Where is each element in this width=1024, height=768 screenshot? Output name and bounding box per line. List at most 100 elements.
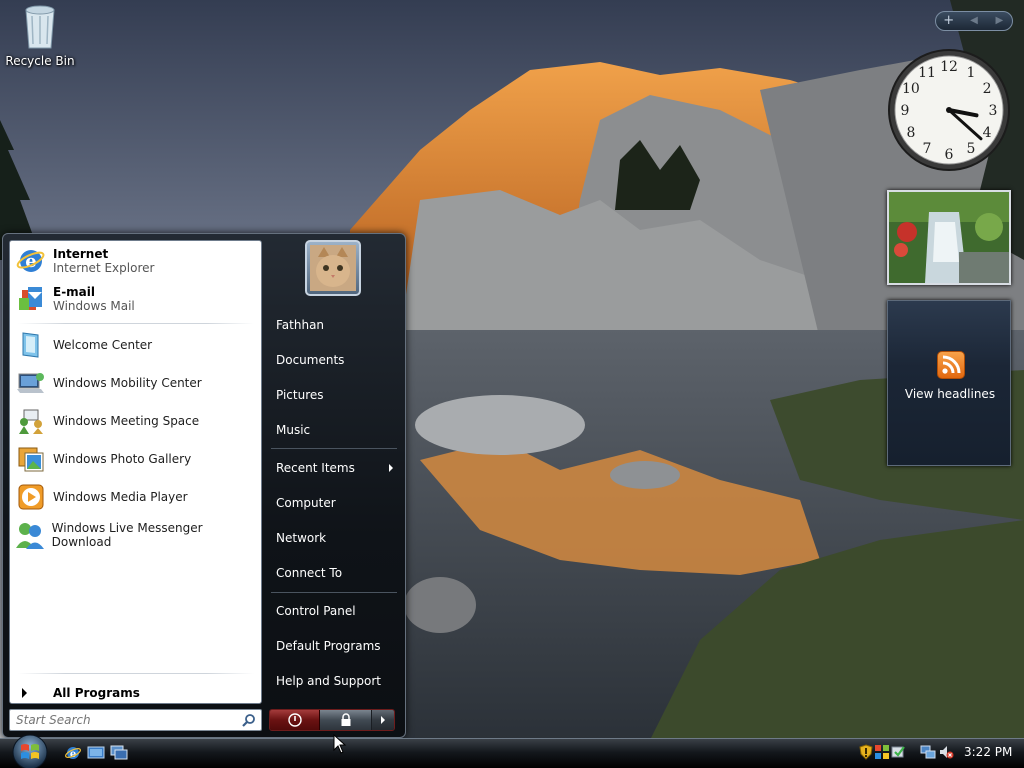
right-pane-separator (271, 592, 397, 593)
pinned-internet-explorer[interactable]: e Internet Internet Explorer (13, 243, 258, 279)
clock-number: 11 (918, 65, 936, 81)
start-search-input[interactable] (10, 710, 230, 730)
start-pictures-link[interactable]: Pictures (267, 381, 399, 409)
photo-gallery-icon (13, 441, 49, 477)
user-account-picture[interactable] (305, 240, 361, 296)
kitten-avatar-icon (310, 245, 356, 291)
start-music-link[interactable]: Music (267, 416, 399, 444)
program-label: Windows Meeting Space (53, 414, 200, 428)
windows-mail-icon (13, 281, 49, 317)
media-player-icon (13, 479, 49, 515)
rss-feed-icon (937, 351, 965, 379)
start-documents-link[interactable]: Documents (267, 346, 399, 374)
all-programs-button[interactable]: All Programs (18, 684, 254, 702)
power-icon (287, 713, 302, 727)
recycle-bin-desktop-icon[interactable]: Recycle Bin (4, 2, 76, 68)
start-network-link[interactable]: Network (267, 524, 399, 552)
start-connect-to-link[interactable]: Connect To (267, 559, 399, 587)
program-media-player[interactable]: Windows Media Player (13, 479, 258, 515)
program-label: Windows Media Player (53, 490, 188, 504)
pinned-subtitle: Windows Mail (53, 299, 135, 313)
program-live-messenger-download[interactable]: Windows Live Messenger Download (13, 517, 258, 553)
notification-area: 3:22 PM (852, 739, 1024, 768)
link-label: Computer (276, 496, 336, 510)
clock-number: 10 (902, 81, 920, 97)
link-label: Default Programs (276, 639, 381, 653)
clock-number: 12 (940, 59, 958, 75)
search-icon[interactable] (242, 713, 256, 727)
pinned-title: E-mail (53, 285, 96, 299)
clock-number: 3 (989, 103, 998, 119)
next-gadget-page-button[interactable]: ▶ (987, 12, 1012, 30)
power-controls (269, 709, 395, 731)
security-shield-icon[interactable] (858, 744, 874, 760)
windows-defender-icon[interactable] (874, 744, 890, 760)
start-button[interactable] (9, 733, 51, 768)
pinned-title: Internet (53, 247, 109, 261)
start-user-folder-link[interactable]: Fathhan (267, 311, 399, 339)
program-label: Welcome Center (53, 338, 153, 352)
switch-windows-icon[interactable] (110, 745, 128, 761)
recycle-bin-label: Recycle Bin (5, 54, 75, 68)
mobility-center-icon (13, 365, 49, 401)
show-desktop-icon[interactable] (87, 745, 105, 761)
view-headlines-link[interactable]: View headlines (888, 387, 1012, 401)
start-menu-programs-pane: e Internet Internet Explorer E-mail Window… (9, 240, 262, 704)
link-label: Connect To (276, 566, 343, 580)
add-gadget-button[interactable]: + (936, 12, 961, 30)
volume-muted-icon[interactable] (938, 744, 954, 760)
start-control-panel-link[interactable]: Control Panel (267, 597, 399, 625)
link-label: Music (276, 423, 311, 437)
welcome-center-icon (13, 327, 49, 363)
clock-number: 8 (906, 125, 915, 141)
lock-icon (341, 713, 350, 726)
clock-gadget[interactable]: 12 12 3 45678 9 1011 (886, 47, 1012, 173)
right-arrow-icon (381, 716, 385, 724)
pinned-separator (18, 323, 254, 324)
shutdown-options-button[interactable] (372, 710, 394, 730)
mouse-cursor-icon (333, 734, 347, 754)
quick-launch-internet-explorer-icon[interactable]: e (64, 745, 82, 761)
start-search-box (9, 709, 262, 731)
clock-number: 2 (983, 81, 992, 97)
program-photo-gallery[interactable]: Windows Photo Gallery (13, 441, 258, 477)
sidebar-gadget-toolbar: + ◀ ▶ (935, 11, 1013, 31)
slide-show-gadget[interactable] (887, 190, 1011, 285)
link-label: Help and Support (276, 674, 381, 688)
start-computer-link[interactable]: Computer (267, 489, 399, 517)
right-pane-separator (271, 448, 397, 449)
recycle-bin-icon (25, 5, 55, 49)
all-programs-separator (18, 673, 254, 674)
previous-gadget-page-button[interactable]: ◀ (961, 12, 986, 30)
link-label: Documents (276, 353, 345, 367)
clock-number: 5 (967, 141, 976, 157)
start-default-programs-link[interactable]: Default Programs (267, 632, 399, 660)
start-help-and-support-link[interactable]: Help and Support (267, 667, 399, 695)
all-programs-label: All Programs (53, 686, 140, 700)
network-icon[interactable] (920, 744, 936, 760)
program-label: Windows Photo Gallery (53, 452, 192, 466)
link-label: Network (276, 531, 327, 545)
clock-number: 4 (983, 125, 992, 141)
start-menu: e Internet Internet Explorer E-mail Window… (2, 233, 406, 738)
lock-button[interactable] (320, 710, 372, 730)
clock-number: 1 (967, 65, 976, 81)
pinned-subtitle: Internet Explorer (53, 261, 155, 275)
sync-check-icon[interactable] (890, 744, 906, 760)
submenu-arrow-icon (389, 464, 393, 472)
program-meeting-space[interactable]: Windows Meeting Space (13, 403, 258, 439)
taskbar-clock[interactable]: 3:22 PM (964, 745, 1012, 759)
program-welcome-center[interactable]: Welcome Center (13, 327, 258, 363)
program-mobility-center[interactable]: Windows Mobility Center (13, 365, 258, 401)
clock-number: 7 (923, 141, 932, 157)
pinned-windows-mail[interactable]: E-mail Windows Mail (13, 281, 258, 317)
feed-headlines-gadget[interactable]: View headlines (887, 300, 1011, 466)
start-recent-items-link[interactable]: Recent Items (267, 454, 399, 482)
program-label: Windows Mobility Center (53, 376, 202, 390)
messenger-icon (13, 517, 48, 553)
meeting-space-icon (13, 403, 49, 439)
waterfall-photo (889, 192, 1009, 283)
clock-number: 9 (901, 103, 910, 119)
right-arrow-icon (22, 688, 27, 698)
power-button[interactable] (270, 710, 320, 730)
